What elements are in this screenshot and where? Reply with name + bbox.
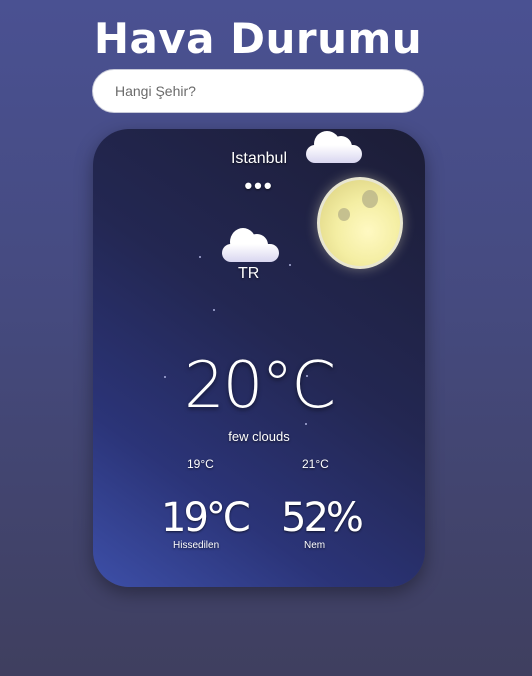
cloud-icon [306,129,364,165]
country-code: TR [238,265,260,282]
feels-like-value: 19°C [161,495,251,541]
star [289,264,291,266]
app-title: Hava Durumu [93,14,423,63]
temp-min: 19°C [187,457,214,471]
star [305,423,307,425]
city-search-input[interactable] [92,69,424,113]
humidity-value: 52% [281,495,364,541]
cloud-icon [222,226,280,264]
city-name: Istanbul [230,150,288,167]
star [213,309,215,311]
feels-like-label: Hissedilen [173,540,220,551]
current-temperature: 20°C [183,349,336,423]
weather-card: Istanbul ••• TR 20°C few clouds 19°C 21°… [93,129,425,587]
temp-max: 21°C [302,457,329,471]
weather-description: few clouds [228,429,290,444]
humidity-label: Nem [304,540,326,551]
star [199,256,201,258]
moon-icon [317,177,403,269]
